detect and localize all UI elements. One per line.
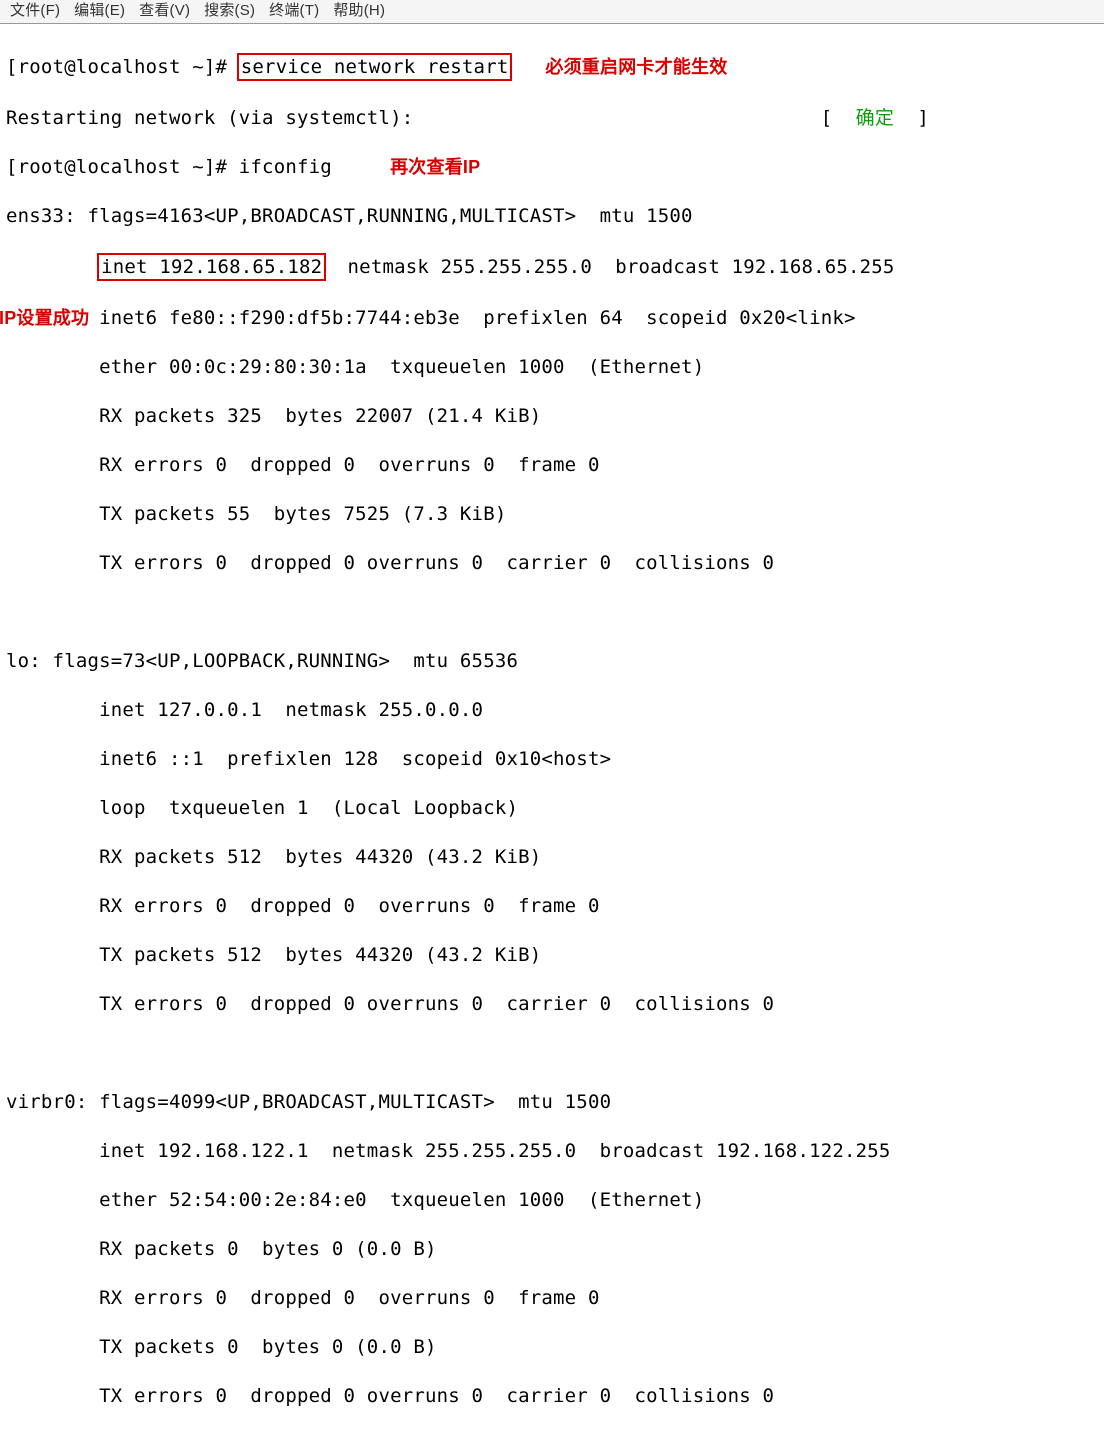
lo-rx-packets: RX packets 512 bytes 44320 (43.2 KiB) [6, 845, 1098, 870]
lo-loop: loop txqueuelen 1 (Local Loopback) [6, 796, 1098, 821]
virbr0-rx-errors: RX errors 0 dropped 0 overruns 0 frame 0 [6, 1286, 1098, 1311]
prompt-line-2: [root@localhost ~]# ifconfig 再次查看IP [6, 155, 1098, 180]
ens33-inet6-line: IP设置成功 inet6 fe80::f290:df5b:7744:eb3e p… [6, 306, 1098, 331]
virbr0-header: virbr0: flags=4099<UP,BROADCAST,MULTICAS… [6, 1090, 1098, 1115]
lo-header: lo: flags=73<UP,LOOPBACK,RUNNING> mtu 65… [6, 649, 1098, 674]
command-restart-box: service network restart [237, 53, 513, 82]
ens33-inet-line: inet 192.168.65.182 netmask 255.255.255.… [6, 253, 1098, 282]
restart-output-line: Restarting network (via systemctl): [ 确定… [6, 106, 1098, 131]
lo-tx-errors: TX errors 0 dropped 0 overruns 0 carrier… [6, 992, 1098, 1017]
shell-prompt: [root@localhost ~]# [6, 56, 239, 78]
virbr0-tx-packets: TX packets 0 bytes 0 (0.0 B) [6, 1335, 1098, 1360]
blank-line [6, 1041, 1098, 1066]
virbr0-tx-errors: TX errors 0 dropped 0 overruns 0 carrier… [6, 1384, 1098, 1409]
bracket-left: [ [821, 107, 833, 129]
status-ok: 确定 [832, 107, 917, 129]
ens33-inet-rest: netmask 255.255.255.0 broadcast 192.168.… [324, 256, 894, 278]
bracket-right: ] [917, 107, 929, 129]
lo-rx-errors: RX errors 0 dropped 0 overruns 0 frame 0 [6, 894, 1098, 919]
blank-line [6, 600, 1098, 625]
menu-view[interactable]: 查看(V) [139, 0, 190, 24]
annotation-check-again: 再次查看IP [390, 157, 480, 177]
lo-inet: inet 127.0.0.1 netmask 255.0.0.0 [6, 698, 1098, 723]
menu-terminal[interactable]: 终端(T) [269, 0, 319, 24]
menu-edit[interactable]: 编辑(E) [74, 0, 125, 24]
menubar: 文件(F) 编辑(E) 查看(V) 搜索(S) 终端(T) 帮助(H) [0, 0, 1104, 24]
restart-output-text: Restarting network (via systemctl): [6, 107, 413, 129]
command-ifconfig: ifconfig [239, 156, 332, 178]
prompt-line-1: [root@localhost ~]# service network rest… [6, 53, 1098, 82]
virbr0-rx-packets: RX packets 0 bytes 0 (0.0 B) [6, 1237, 1098, 1262]
annotation-must-restart: 必须重启网卡才能生效 [545, 57, 727, 77]
ens33-rx-errors: RX errors 0 dropped 0 overruns 0 frame 0 [6, 453, 1098, 478]
terminal-output[interactable]: [root@localhost ~]# service network rest… [0, 24, 1104, 1437]
menu-help[interactable]: 帮助(H) [333, 0, 385, 24]
virbr0-inet: inet 192.168.122.1 netmask 255.255.255.0… [6, 1139, 1098, 1164]
shell-prompt: [root@localhost ~]# [6, 156, 239, 178]
menu-file[interactable]: 文件(F) [10, 0, 60, 24]
ens33-inet6-text: inet6 fe80::f290:df5b:7744:eb3e prefixle… [6, 307, 856, 329]
inet-ip-box: inet 192.168.65.182 [97, 253, 326, 282]
ens33-tx-errors: TX errors 0 dropped 0 overruns 0 carrier… [6, 551, 1098, 576]
lo-tx-packets: TX packets 512 bytes 44320 (43.2 KiB) [6, 943, 1098, 968]
ens33-rx-packets: RX packets 325 bytes 22007 (21.4 KiB) [6, 404, 1098, 429]
virbr0-ether: ether 52:54:00:2e:84:e0 txqueuelen 1000 … [6, 1188, 1098, 1213]
lo-inet6: inet6 ::1 prefixlen 128 scopeid 0x10<hos… [6, 747, 1098, 772]
ens33-tx-packets: TX packets 55 bytes 7525 (7.3 KiB) [6, 502, 1098, 527]
ens33-ether-line: ether 00:0c:29:80:30:1a txqueuelen 1000 … [6, 355, 1098, 380]
ens33-header: ens33: flags=4163<UP,BROADCAST,RUNNING,M… [6, 204, 1098, 229]
annotation-ip-success: IP设置成功 [0, 306, 89, 331]
menu-search[interactable]: 搜索(S) [204, 0, 255, 24]
